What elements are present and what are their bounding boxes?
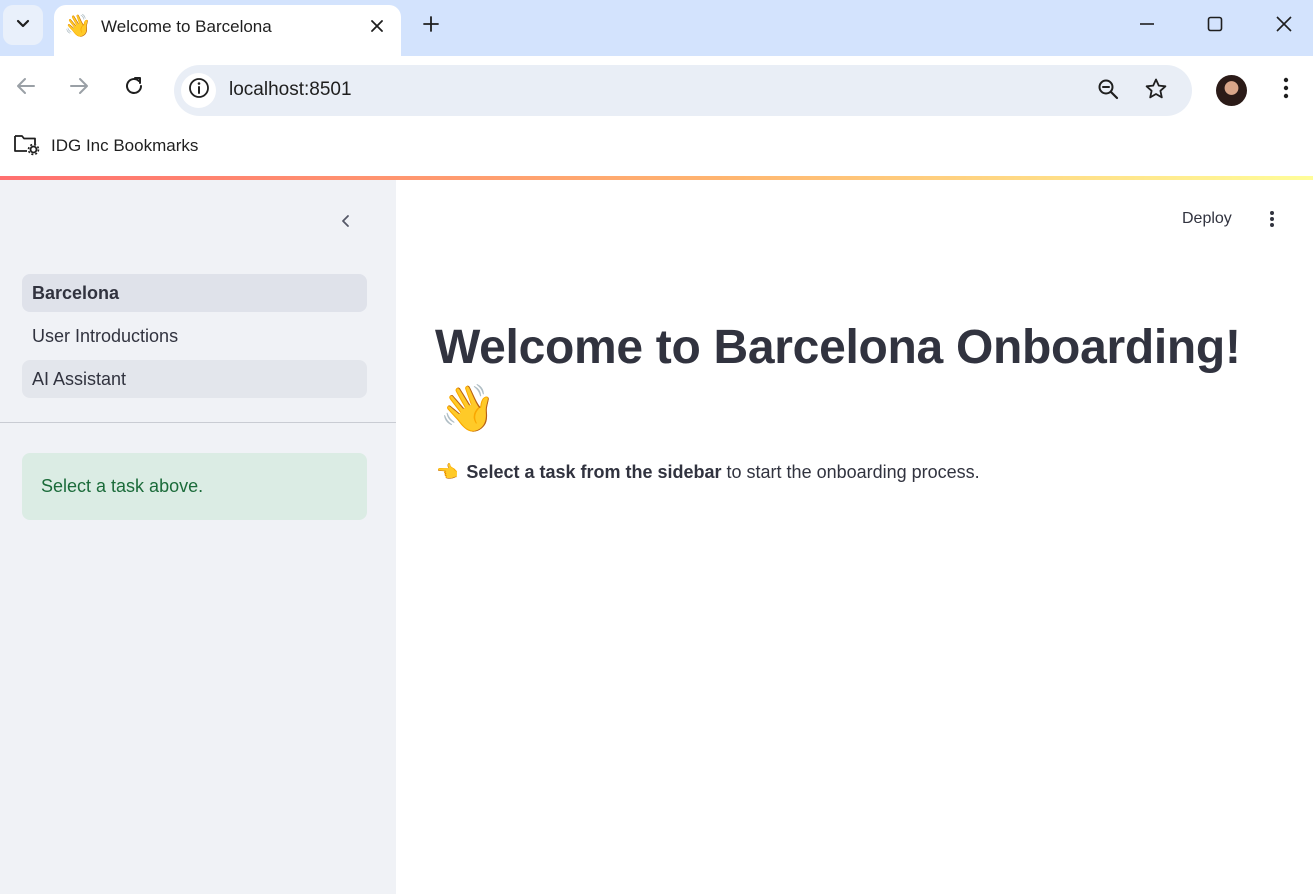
reload-button[interactable] [119,73,149,103]
more-vertical-icon [1269,210,1275,233]
pointing-hand-icon: 👈 [436,462,459,482]
reload-icon [123,75,145,102]
site-info-button[interactable] [181,73,216,108]
bookmarks-bar: IDG Inc Bookmarks [0,126,1313,176]
maximize-button[interactable] [1201,12,1229,40]
main-content: Deploy Welcome to Barcelona Onboarding! … [396,180,1313,894]
collapse-sidebar-button[interactable] [333,210,359,236]
maximize-icon [1207,16,1223,37]
sidebar-item-label: AI Assistant [32,368,127,389]
tab-search-button[interactable] [3,5,43,45]
instruction-rest: to start the onboarding process. [726,462,980,482]
page-title-text: Welcome to Barcelona Onboarding! [435,321,1241,374]
profile-avatar[interactable] [1216,75,1247,106]
forward-button[interactable] [64,73,94,103]
browser-menu-button[interactable] [1273,75,1299,105]
sidebar-item-barcelona[interactable]: Barcelona [22,274,367,312]
info-alert-text: Select a task above. [41,476,204,496]
app-menu-button[interactable] [1262,209,1282,233]
info-icon [188,77,210,104]
minimize-icon [1139,16,1155,37]
managed-folder-icon [13,132,40,161]
new-tab-button[interactable] [416,11,446,41]
url-text: localhost:8501 [229,79,352,100]
sidebar-nav: Barcelona User Introductions AI Assistan… [22,274,367,403]
star-icon [1144,77,1168,106]
zoom-out-icon [1096,77,1120,106]
bookmark-star-button[interactable] [1142,77,1170,105]
close-window-button[interactable] [1270,12,1298,40]
info-alert: Select a task above. [22,453,367,520]
arrow-right-icon [68,75,90,102]
tab-close-icon[interactable] [366,15,388,37]
plus-icon [422,15,440,38]
bookmark-folder[interactable]: IDG Inc Bookmarks [13,134,198,158]
zoom-button[interactable] [1094,77,1122,105]
chevron-down-icon [15,15,31,36]
instruction-bold: Select a task from the sidebar [466,462,722,482]
tab-strip: 👋 Welcome to Barcelona [0,0,1313,56]
tab-title: Welcome to Barcelona [101,17,272,36]
sidebar-item-ai-assistant[interactable]: AI Assistant [22,360,367,398]
deploy-button[interactable]: Deploy [1182,210,1232,228]
sidebar-item-label: User Introductions [32,325,179,346]
back-button[interactable] [11,73,41,103]
more-vertical-icon [1283,77,1289,104]
page-title: Welcome to Barcelona Onboarding! 👋 [435,318,1265,439]
arrow-left-icon [15,75,37,102]
waving-hand-icon: 👋 [439,382,496,434]
address-bar[interactable]: localhost:8501 [174,65,1192,116]
browser-tab[interactable]: 👋 Welcome to Barcelona [54,5,401,56]
close-icon [1275,15,1293,38]
tab-favicon-icon: 👋 [64,13,92,38]
sidebar-item-label: Barcelona [32,282,120,303]
browser-toolbar: localhost:8501 [0,56,1313,126]
minimize-button[interactable] [1133,12,1161,40]
instruction-text: 👈 Select a task from the sidebar to star… [436,462,980,483]
sidebar-item-user-introductions[interactable]: User Introductions [22,317,367,355]
sidebar: Barcelona User Introductions AI Assistan… [0,180,396,894]
bookmark-label: IDG Inc Bookmarks [51,136,199,155]
sidebar-divider [0,422,396,423]
chevron-left-icon [339,214,353,233]
